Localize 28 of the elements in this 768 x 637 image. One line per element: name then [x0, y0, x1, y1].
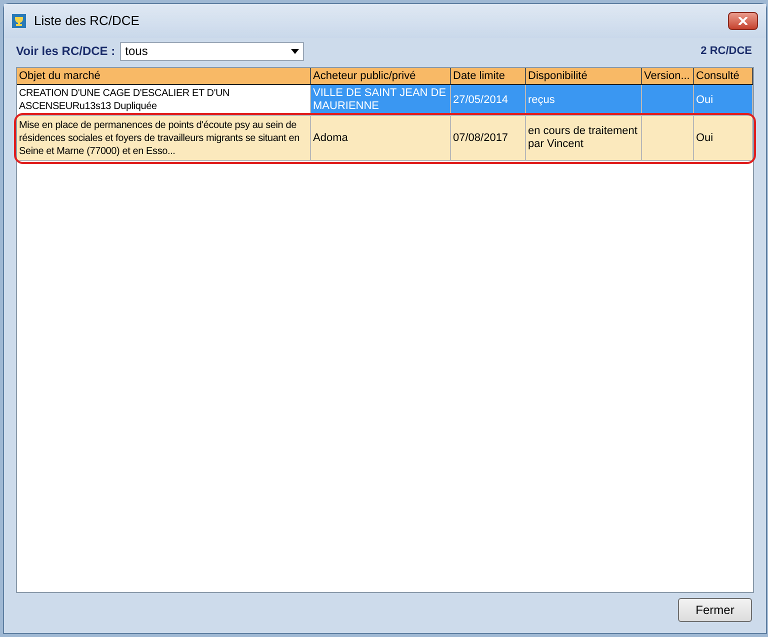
close-button[interactable] — [728, 12, 758, 30]
table-cell: Mise en place de permanences de points d'écoute psy au sein de résidences sociales et foyers de travailleurs migrants se situant en Seine et Marne (77000) et en Esso... — [17, 116, 311, 161]
table-row[interactable] — [17, 116, 753, 161]
record-count: 2 RC/DCE — [700, 44, 752, 59]
window-title: Liste des RC/DCE — [34, 12, 140, 30]
table-cell: CREATION D'UNE CAGE D'ESCALIER ET D'UN ASCENSEURu13s13 Dupliquée — [17, 85, 311, 116]
column-header[interactable]: Version... — [642, 68, 694, 84]
table-cell: Oui — [694, 85, 753, 116]
column-header[interactable]: Consulté — [694, 68, 753, 84]
column-header[interactable]: Acheteur public/privé — [311, 68, 451, 84]
dropdown-arrow-icon — [291, 48, 300, 54]
table-cell: Oui — [694, 116, 753, 161]
table-cell — [642, 85, 694, 116]
column-header[interactable]: Disponibilité — [526, 68, 642, 84]
column-header[interactable]: Objet du marché — [17, 68, 311, 84]
close-icon — [738, 17, 748, 25]
column-header[interactable]: Date limite — [451, 68, 526, 84]
trophy-icon — [12, 14, 26, 28]
table-cell: 27/05/2014 — [451, 85, 526, 116]
close-dialog-button[interactable]: Fermer — [678, 598, 752, 622]
filter-label: Voir les RC/DCE : — [16, 43, 116, 60]
table-cell — [642, 116, 694, 161]
table-cell: Adoma — [311, 116, 451, 161]
table-cell: en cours de traitement par Vincent — [526, 116, 642, 161]
table-cell: VILLE DE SAINT JEAN DE MAURIENNE — [311, 85, 451, 116]
table-cell: reçus — [526, 85, 642, 116]
table-cell: 07/08/2017 — [451, 116, 526, 161]
filter-dropdown[interactable]: tous — [120, 42, 304, 60]
